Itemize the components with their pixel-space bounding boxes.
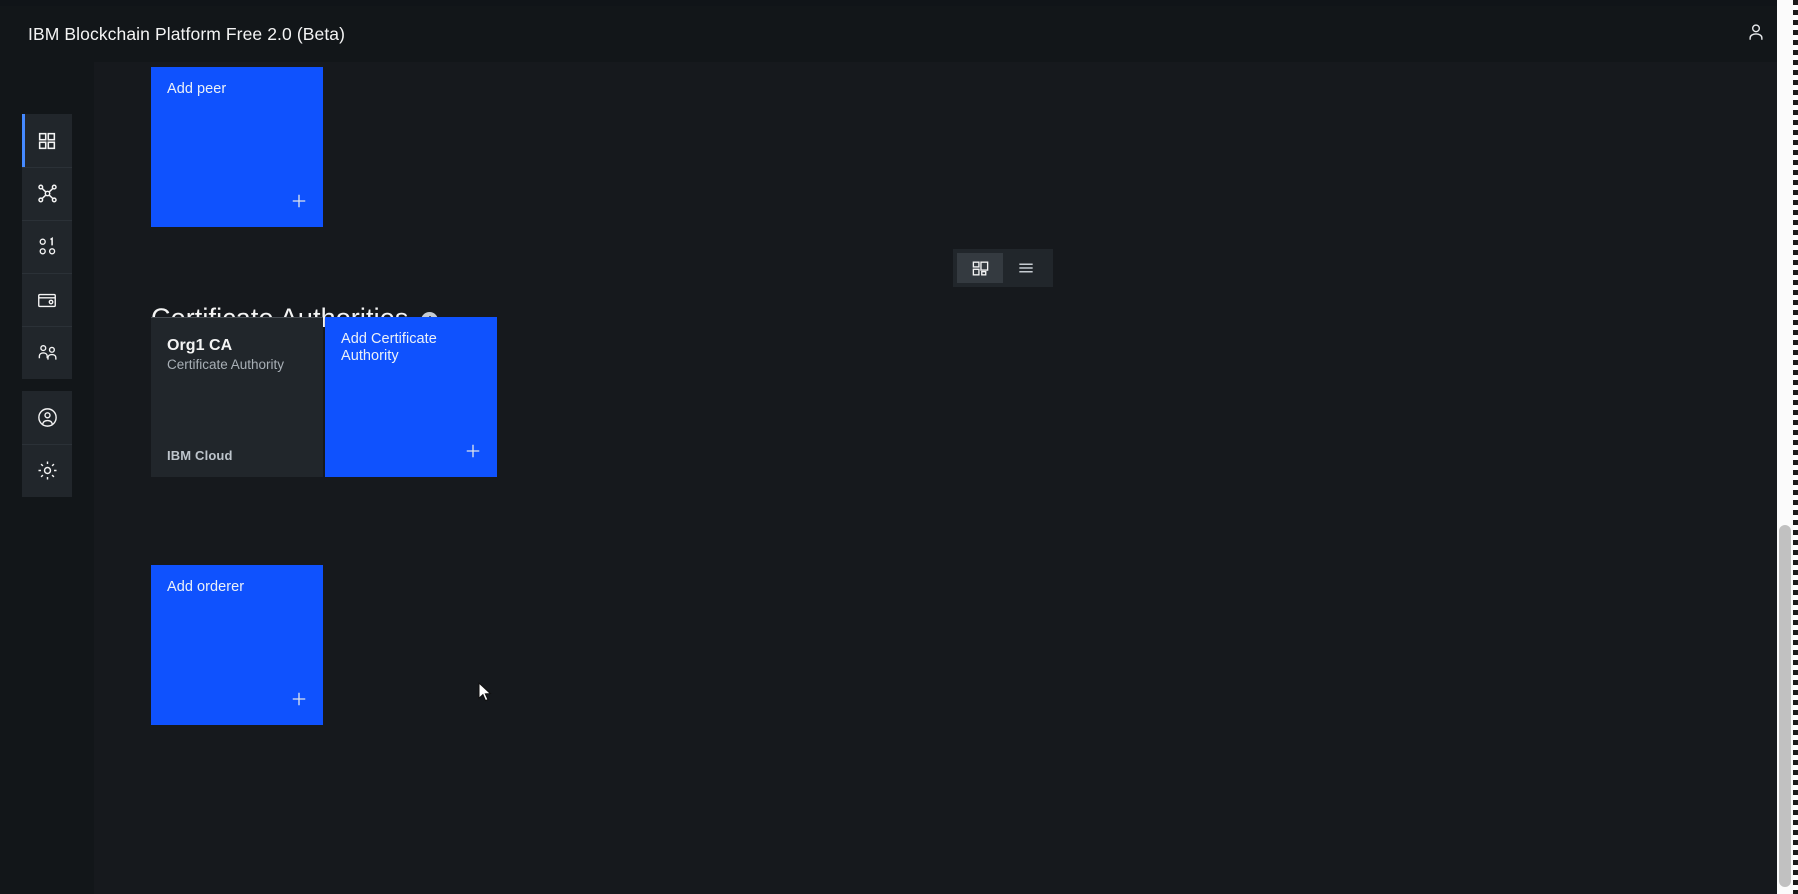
app-header: IBM Blockchain Platform Free 2.0 (Beta) <box>0 6 1798 62</box>
plus-icon <box>289 689 309 714</box>
grid-view-button[interactable] <box>957 253 1003 283</box>
sidebar-item-channels[interactable] <box>22 220 72 273</box>
sidebar-item-wallet[interactable] <box>22 273 72 326</box>
app-root: IBM Blockchain Platform Free 2.0 (Beta) <box>0 0 1798 894</box>
sidebar-item-settings[interactable] <box>22 444 72 497</box>
network-nodes-icon <box>36 182 59 205</box>
add-certificate-authority-tile[interactable]: Add Certificate Authority <box>325 317 497 477</box>
ca-location: IBM Cloud <box>167 448 233 463</box>
channels-binary-icon <box>36 235 59 258</box>
sidebar-group-divider <box>22 379 72 391</box>
gear-settings-icon <box>36 459 59 482</box>
certificate-authority-card[interactable]: Org1 CA Certificate Authority IBM Cloud <box>151 317 323 477</box>
main-content: Add peer Certificate Authorities i <box>94 62 1772 894</box>
view-toggle-group <box>953 249 1053 287</box>
plus-icon <box>289 191 309 216</box>
add-certificate-authority-label: Add Certificate Authority <box>341 331 437 364</box>
add-peer-label: Add peer <box>167 81 227 97</box>
add-orderer-label: Add orderer <box>167 579 245 595</box>
grid-view-icon <box>971 259 990 278</box>
wallet-icon <box>36 289 58 311</box>
organizations-users-icon <box>36 341 59 364</box>
user-profile-icon <box>36 406 59 429</box>
add-orderer-tile[interactable]: Add orderer <box>151 565 323 725</box>
sidebar-nav <box>0 62 94 894</box>
sidebar-item-organizations[interactable] <box>22 326 72 379</box>
list-view-button[interactable] <box>1003 253 1049 283</box>
sidebar-group-secondary <box>22 391 72 497</box>
add-peer-tile[interactable]: Add peer <box>151 67 323 227</box>
user-avatar-icon <box>1745 21 1767 48</box>
vertical-scroll-thumb[interactable] <box>1779 525 1791 887</box>
sidebar-group-primary <box>22 114 72 379</box>
sidebar-item-dashboard[interactable] <box>22 114 72 167</box>
plus-icon <box>463 441 483 466</box>
sidebar-item-profile[interactable] <box>22 391 72 444</box>
page-title: IBM Blockchain Platform Free 2.0 (Beta) <box>28 23 346 44</box>
vertical-scrollbar-track[interactable] <box>1777 0 1793 894</box>
list-view-icon <box>1016 258 1036 278</box>
ca-name: Org1 CA <box>167 337 233 354</box>
page-right-edge <box>1793 0 1798 894</box>
ca-type: Certificate Authority <box>167 357 285 372</box>
sidebar-item-nodes[interactable] <box>22 167 72 220</box>
dashboard-grid-icon <box>36 130 58 152</box>
sidebar-rail <box>22 114 72 497</box>
header-user-button[interactable] <box>1728 6 1784 62</box>
ca-card-spacer <box>167 373 307 448</box>
